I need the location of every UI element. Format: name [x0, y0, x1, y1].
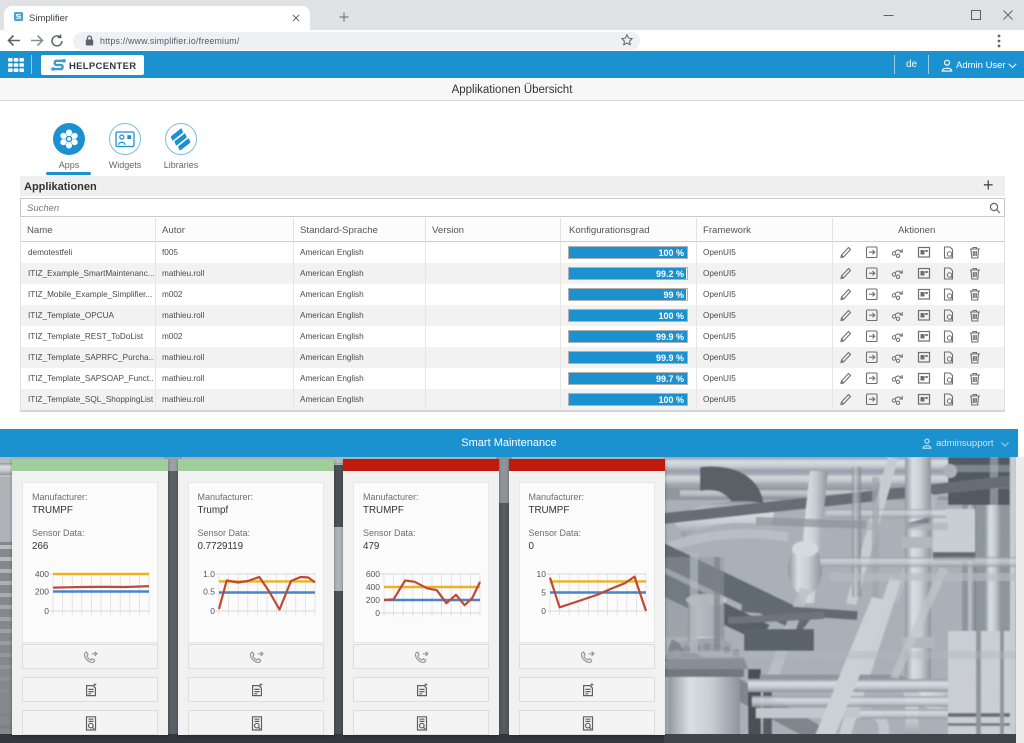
svg-text:5: 5: [541, 588, 546, 598]
svg-text:0: 0: [44, 606, 49, 616]
svg-text:10: 10: [536, 569, 546, 579]
svg-text:200: 200: [35, 587, 49, 597]
svg-text:0.5: 0.5: [203, 587, 215, 597]
svg-text:0: 0: [375, 608, 380, 618]
svg-text:1.0: 1.0: [203, 569, 215, 579]
svg-text:0: 0: [541, 606, 546, 616]
svg-text:0: 0: [210, 606, 215, 616]
svg-text:400: 400: [366, 582, 380, 592]
svg-text:400: 400: [35, 569, 49, 579]
svg-text:600: 600: [366, 569, 380, 579]
svg-text:200: 200: [366, 595, 380, 605]
